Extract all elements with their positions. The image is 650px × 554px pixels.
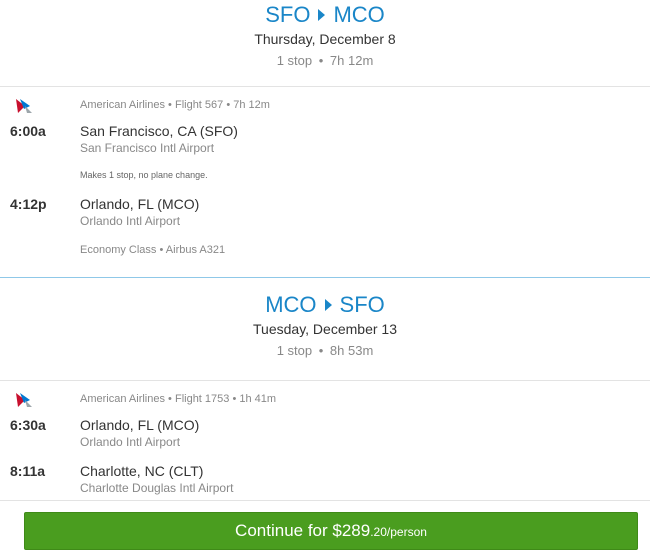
outbound-origin: SFO xyxy=(265,2,311,27)
divider xyxy=(0,380,650,381)
outbound-cabin-info: Economy Class • Airbus A321 xyxy=(80,244,225,256)
route-arrow-icon xyxy=(318,9,326,21)
return-header: MCO SFO Tuesday, December 13 1 stop • 8h… xyxy=(0,292,650,358)
return-stops: 1 stop xyxy=(276,343,313,358)
outbound-arrive-time: 4:12p xyxy=(10,196,47,212)
continue-button[interactable]: Continue for $289.20/person xyxy=(24,512,638,550)
outbound-depart-airport: San Francisco Intl Airport xyxy=(80,141,215,155)
return-depart-city: Orlando, FL (MCO) xyxy=(80,417,200,433)
return-summary: 1 stop • 8h 53m xyxy=(0,343,650,358)
separator-dot: • xyxy=(318,343,324,358)
return-depart-time: 6:30a xyxy=(10,417,46,433)
flight-number: Flight 567 xyxy=(174,99,224,111)
leg-divider xyxy=(0,277,650,278)
return-origin: MCO xyxy=(265,292,317,317)
airline-name: American Airlines xyxy=(80,99,165,111)
outbound-arrive-airport: Orlando Intl Airport xyxy=(80,214,181,228)
return-depart-airport: Orlando Intl Airport xyxy=(80,435,181,449)
return-date: Tuesday, December 13 xyxy=(253,321,397,337)
divider xyxy=(0,86,650,87)
separator-dot: • xyxy=(232,393,237,405)
route-arrow-icon xyxy=(324,299,332,311)
return-arrive-time: 8:11a xyxy=(10,463,46,479)
separator-dot: • xyxy=(226,99,231,111)
outbound-date: Thursday, December 8 xyxy=(254,31,396,47)
separator-dot: • xyxy=(318,53,324,68)
segment-duration: 7h 12m xyxy=(233,99,270,111)
outbound-arrive-city: Orlando, FL (MCO) xyxy=(80,196,200,212)
american-airlines-logo-icon xyxy=(16,99,32,113)
american-airlines-logo-icon xyxy=(16,393,32,407)
return-arrive-airport: Charlotte Douglas Intl Airport xyxy=(80,481,234,495)
separator-dot: • xyxy=(159,244,164,256)
price-amount: $289 xyxy=(332,521,371,540)
flight-number: Flight 1753 xyxy=(174,393,230,405)
separator-dot: • xyxy=(168,393,172,405)
separator-dot: • xyxy=(168,99,172,111)
outbound-flight-meta: American Airlines • Flight 567 • 7h 12m xyxy=(80,99,270,111)
aircraft-type: Airbus A321 xyxy=(165,244,226,256)
return-duration: 8h 53m xyxy=(329,343,374,358)
return-arrive-city: Charlotte, NC (CLT) xyxy=(80,463,204,479)
outbound-destination: MCO xyxy=(333,2,385,27)
segment-duration: 1h 41m xyxy=(239,393,277,405)
return-flight-meta: American Airlines • Flight 1753 • 1h 41m xyxy=(80,393,276,405)
cabin-class: Economy Class xyxy=(80,244,157,256)
return-destination: SFO xyxy=(339,292,385,317)
outbound-depart-city: San Francisco, CA (SFO) xyxy=(80,123,238,139)
outbound-depart-time: 6:00a xyxy=(10,123,46,139)
return-route: MCO SFO xyxy=(0,292,650,318)
price-cents-per-person: .20/person xyxy=(370,525,427,539)
continue-bar: Continue for $289.20/person xyxy=(0,500,650,554)
continue-label: Continue for xyxy=(235,521,333,540)
outbound-summary: 1 stop • 7h 12m xyxy=(0,53,650,68)
outbound-duration: 7h 12m xyxy=(329,53,374,68)
outbound-header: SFO MCO Thursday, December 8 1 stop • 7h… xyxy=(0,2,650,68)
outbound-stops: 1 stop xyxy=(276,53,313,68)
outbound-route: SFO MCO xyxy=(0,2,650,28)
airline-name: American Airlines xyxy=(80,393,165,405)
stop-note: Makes 1 stop, no plane change. xyxy=(80,170,208,180)
